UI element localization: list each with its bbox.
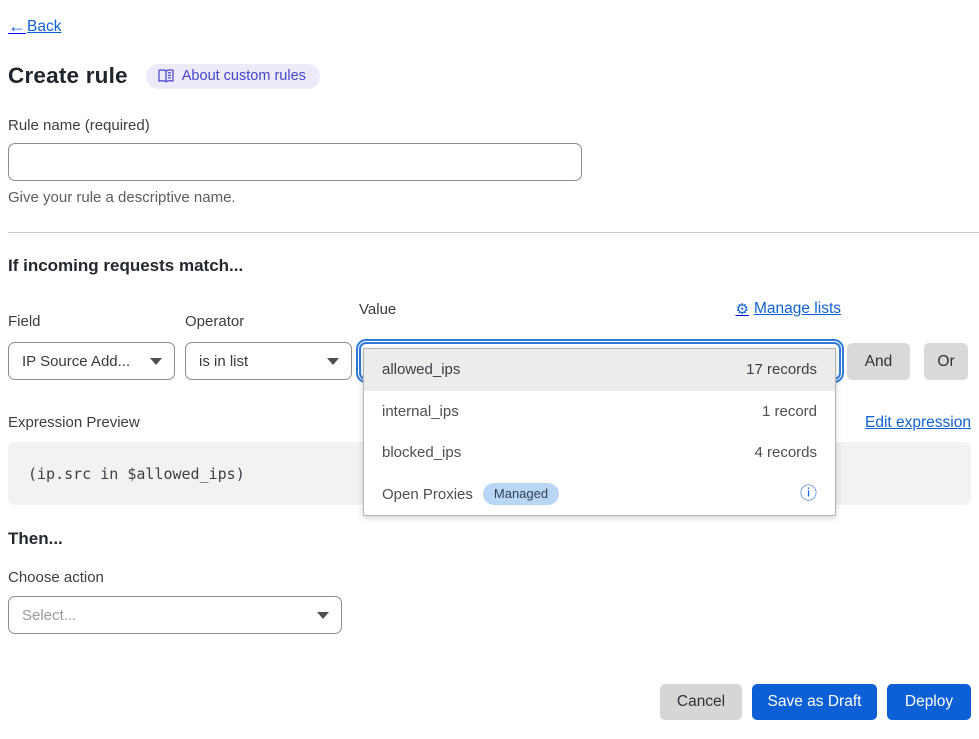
page-title: Create rule [8, 63, 128, 89]
book-icon [158, 69, 174, 83]
gear-icon: ⚙ [736, 300, 749, 318]
match-section-heading: If incoming requests match... [8, 256, 971, 276]
list-option-name: internal_ips [382, 403, 762, 420]
action-select-placeholder: Select... [22, 607, 307, 624]
and-button[interactable]: And [847, 343, 910, 380]
field-select[interactable]: IP Source Add... [8, 342, 175, 380]
value-header: Value ⚙ Manage lists [359, 300, 841, 330]
cancel-button[interactable]: Cancel [660, 684, 742, 720]
field-label: Field [8, 313, 175, 330]
section-divider [8, 232, 979, 233]
back-link[interactable]: ←Back [8, 16, 61, 37]
list-option-records: 17 records [746, 361, 817, 378]
list-option-blocked-ips[interactable]: blocked_ips 4 records [364, 432, 835, 474]
value-label: Value [359, 301, 396, 318]
rule-name-input[interactable] [8, 143, 582, 181]
field-column: Field IP Source Add... [8, 313, 175, 380]
operator-select[interactable]: is in list [185, 342, 352, 380]
list-option-name-text: Open Proxies [382, 486, 473, 503]
match-row: Field IP Source Add... Operator is in li… [8, 300, 971, 380]
manage-lists-link[interactable]: ⚙ Manage lists [736, 300, 841, 318]
or-button[interactable]: Or [924, 343, 968, 380]
create-rule-page: ←Back Create rule About custom rules Rul… [0, 0, 979, 634]
rule-name-block: Rule name (required) Give your rule a de… [8, 117, 971, 206]
list-option-allowed-ips[interactable]: allowed_ips 17 records [364, 349, 835, 391]
operator-column: Operator is in list [185, 313, 352, 380]
manage-lists-label: Manage lists [754, 300, 841, 318]
chevron-down-icon [317, 612, 329, 619]
edit-expression-link[interactable]: Edit expression [865, 414, 971, 432]
rule-name-helper-text: Give your rule a descriptive name. [8, 189, 971, 206]
info-icon[interactable]: ⓘ [800, 486, 817, 503]
operator-select-value: is in list [199, 353, 317, 370]
back-arrow-icon: ← [8, 16, 26, 37]
save-as-draft-button[interactable]: Save as Draft [752, 684, 877, 720]
expression-code: (ip.src in $allowed_ips) [28, 465, 245, 483]
chevron-down-icon [327, 358, 339, 365]
deploy-button[interactable]: Deploy [887, 684, 971, 720]
managed-badge: Managed [483, 483, 559, 505]
list-option-records: 4 records [754, 444, 817, 461]
about-custom-rules-label: About custom rules [182, 68, 306, 84]
title-row: Create rule About custom rules [8, 63, 971, 89]
field-select-value: IP Source Add... [22, 353, 140, 370]
expression-preview-label: Expression Preview [8, 414, 140, 431]
value-dropdown-menu: allowed_ips 17 records internal_ips 1 re… [363, 348, 836, 516]
list-option-name: allowed_ips [382, 361, 746, 378]
rule-name-label: Rule name (required) [8, 117, 971, 134]
value-column: Value ⚙ Manage lists allowed_ips 17 reco… [359, 300, 841, 380]
back-link-label: Back [27, 18, 61, 36]
list-option-internal-ips[interactable]: internal_ips 1 record [364, 391, 835, 433]
choose-action-label: Choose action [8, 569, 971, 586]
list-option-records: 1 record [762, 403, 817, 420]
about-custom-rules-link[interactable]: About custom rules [146, 64, 320, 89]
action-select[interactable]: Select... [8, 596, 342, 634]
list-option-open-proxies[interactable]: Open Proxies Managed ⓘ [364, 474, 835, 516]
chevron-down-icon [150, 358, 162, 365]
then-section-heading: Then... [8, 529, 971, 549]
list-option-name: Open Proxies Managed [382, 483, 800, 505]
footer-actions: Cancel Save as Draft Deploy [660, 684, 971, 720]
operator-label: Operator [185, 313, 352, 330]
list-option-name: blocked_ips [382, 444, 754, 461]
logic-buttons: And Or [841, 343, 968, 380]
